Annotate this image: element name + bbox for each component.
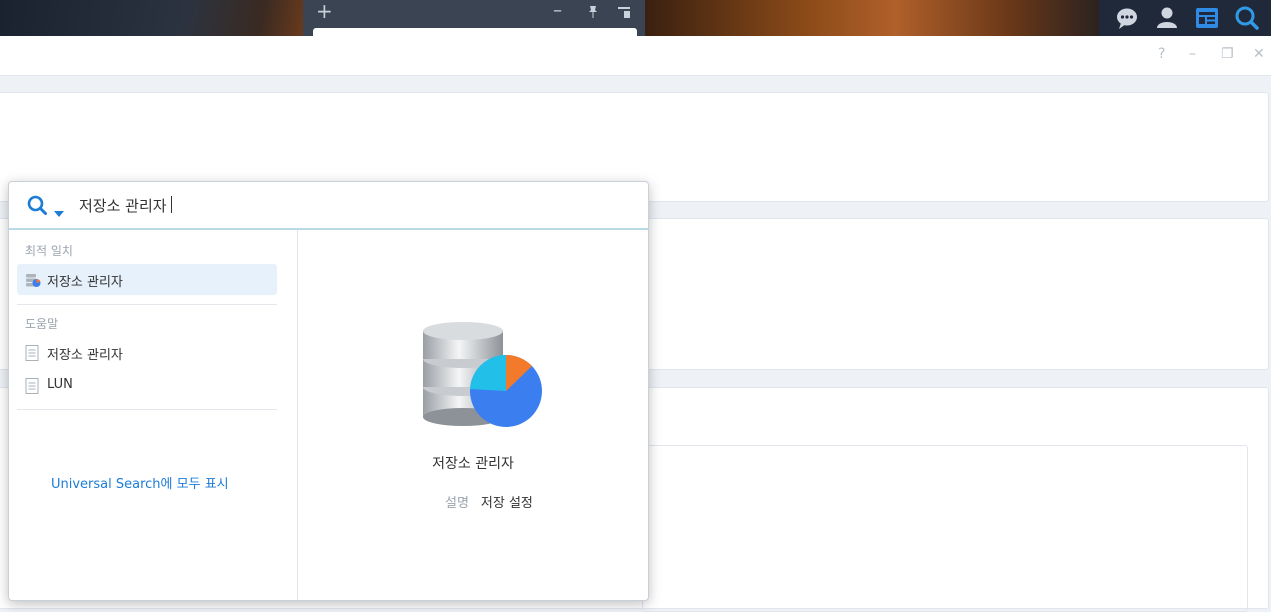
divider <box>17 409 277 410</box>
result-detail-pane: 저장소 관리자 설명 저장 설정 <box>298 230 648 600</box>
widget-minimize-button[interactable]: – <box>553 2 562 20</box>
restore-button[interactable]: ❐ <box>1221 46 1234 62</box>
search-icon[interactable] <box>26 194 48 220</box>
help-button[interactable]: ? <box>1158 46 1165 62</box>
user-icon[interactable] <box>1153 4 1181 32</box>
text-caret <box>170 196 172 213</box>
help-label: 저장소 관리자 <box>47 348 123 363</box>
search-field[interactable]: 저장소 관리자 <box>9 182 648 230</box>
result-item-storage-manager[interactable]: 저장소 관리자 <box>17 264 277 295</box>
add-widget-button[interactable]: + <box>316 1 333 21</box>
results-list: 최적 일치 저장소 관리자 도움말 저장소 관리자 LUN Universal … <box>9 230 298 600</box>
document-icon <box>25 378 39 398</box>
help-item-storage-manager[interactable]: 저장소 관리자 <box>17 337 277 368</box>
chevron-down-icon[interactable] <box>54 202 64 221</box>
section-header-best-match: 최적 일치 <box>25 244 73 258</box>
description-key: 설명 <box>445 496 469 511</box>
storage-manager-icon <box>398 315 548 449</box>
content-panel <box>642 445 1248 612</box>
description-value: 저장 설정 <box>480 496 533 511</box>
document-icon <box>25 345 39 365</box>
search-input[interactable]: 저장소 관리자 <box>79 195 172 216</box>
help-item-lun[interactable]: LUN <box>17 370 277 401</box>
search-icon[interactable] <box>1233 4 1261 32</box>
close-button[interactable]: ✕ <box>1253 46 1265 62</box>
divider <box>17 304 277 305</box>
desktop-wallpaper <box>0 0 305 36</box>
detail-title: 저장소 관리자 <box>432 456 514 472</box>
section-header-help: 도움말 <box>25 317 59 331</box>
help-label: LUN <box>47 377 73 392</box>
widget-settings-icon[interactable] <box>616 4 632 24</box>
taskbar: + – <box>0 0 1271 38</box>
taskbar-tray <box>1099 0 1271 36</box>
storage-manager-icon <box>25 272 41 292</box>
detail-description: 설명 저장 설정 <box>445 492 533 511</box>
widget-panel: + – <box>303 0 645 38</box>
desktop-wallpaper <box>645 0 1100 36</box>
pin-icon[interactable] <box>585 4 601 24</box>
search-popup: 저장소 관리자 최적 일치 저장소 관리자 도움말 저장소 관리자 LUN Un… <box>8 181 649 601</box>
show-all-in-universal-search-link[interactable]: Universal Search에 모두 표시 <box>51 473 229 492</box>
widgets-icon[interactable] <box>1193 4 1221 32</box>
chat-icon[interactable] <box>1113 4 1141 32</box>
result-label: 저장소 관리자 <box>47 275 123 290</box>
minimize-button[interactable]: – <box>1189 46 1196 62</box>
window-titlebar: ? – ❐ ✕ <box>0 36 1271 76</box>
